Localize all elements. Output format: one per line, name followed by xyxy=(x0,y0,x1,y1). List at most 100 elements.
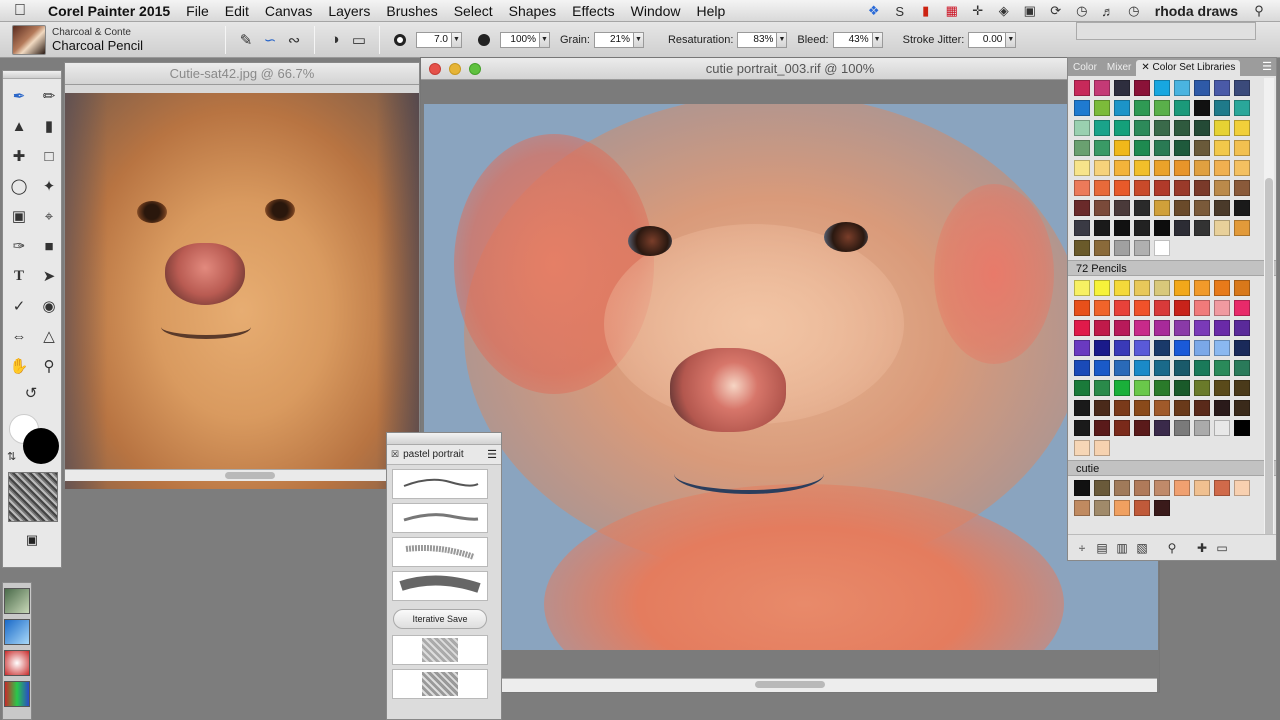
color-swatch[interactable] xyxy=(1114,220,1130,236)
color-swatch[interactable] xyxy=(1134,240,1150,256)
color-swatch[interactable] xyxy=(1234,140,1250,156)
menu-effects[interactable]: Effects xyxy=(564,0,623,22)
color-swatch[interactable] xyxy=(1134,140,1150,156)
color-swatch[interactable] xyxy=(1194,180,1210,196)
color-swatch[interactable] xyxy=(1214,140,1230,156)
swap-colors-icon[interactable]: ⇅ xyxy=(7,450,16,463)
color-swatch[interactable] xyxy=(1154,280,1170,296)
magnifier-icon[interactable]: ⚲ xyxy=(35,354,63,378)
color-swatch[interactable] xyxy=(1134,480,1150,496)
brush-preset-5[interactable] xyxy=(392,635,488,665)
color-swatch[interactable] xyxy=(1094,300,1110,316)
color-swatch[interactable] xyxy=(1214,100,1230,116)
color-swatch[interactable] xyxy=(1094,200,1110,216)
brush-preset-6[interactable] xyxy=(392,669,488,699)
color-swatch[interactable] xyxy=(1174,480,1190,496)
color-swatch[interactable] xyxy=(1094,360,1110,376)
color-swatch[interactable] xyxy=(1114,240,1130,256)
nozzle-selector-icon[interactable] xyxy=(4,650,30,676)
color-swatch[interactable] xyxy=(1074,380,1090,396)
color-swatch[interactable] xyxy=(1094,380,1110,396)
color-swatch[interactable] xyxy=(1234,380,1250,396)
color-swatch[interactable] xyxy=(1194,200,1210,216)
color-swatch[interactable] xyxy=(1214,220,1230,236)
color-swatch[interactable] xyxy=(1074,100,1090,116)
tab-color-set-libraries[interactable]: ✕ Color Set Libraries xyxy=(1136,60,1241,76)
opacity-input[interactable]: 100% xyxy=(500,31,540,48)
color-swatch[interactable] xyxy=(1154,500,1170,516)
color-swatch[interactable] xyxy=(1214,160,1230,176)
color-swatch[interactable] xyxy=(1154,200,1170,216)
grabber-hand-icon[interactable]: ✋ xyxy=(5,354,33,378)
color-swatch[interactable] xyxy=(1154,140,1170,156)
stroke-attributes-icon[interactable]: ◑ xyxy=(323,28,347,52)
color-swatch[interactable] xyxy=(1154,300,1170,316)
size-input[interactable]: 7.0 xyxy=(416,31,452,48)
freehand-stroke-icon[interactable]: ∽ xyxy=(258,28,282,52)
color-swatch[interactable] xyxy=(1174,300,1190,316)
brush-selector[interactable]: Charcoal & Conte Charcoal Pencil xyxy=(52,27,217,53)
menu-brushes[interactable]: Brushes xyxy=(378,0,445,22)
color-swatch[interactable] xyxy=(1134,280,1150,296)
color-swatch[interactable] xyxy=(1154,80,1170,96)
cloner-tool-icon[interactable]: ✓ xyxy=(5,294,33,318)
color-swatch[interactable] xyxy=(1154,160,1170,176)
menu-shapes[interactable]: Shapes xyxy=(501,0,564,22)
record-icon[interactable]: ▦ xyxy=(939,0,965,22)
color-swatch[interactable] xyxy=(1214,320,1230,336)
look-selector-icon[interactable] xyxy=(4,681,30,707)
main-horizontal-scrollbar[interactable] xyxy=(501,678,1157,692)
color-swatch[interactable] xyxy=(1194,120,1210,136)
resaturation-dropdown[interactable]: ▼ xyxy=(777,31,788,48)
gradient-selector-icon[interactable] xyxy=(4,619,30,645)
color-swatch[interactable] xyxy=(1094,240,1110,256)
color-swatch[interactable] xyxy=(1094,100,1110,116)
color-swatch[interactable] xyxy=(1094,340,1110,356)
color-swatch[interactable] xyxy=(1094,80,1110,96)
color-swatch[interactable] xyxy=(1074,80,1090,96)
brush-selector-icon[interactable] xyxy=(12,24,46,55)
color-swatch[interactable] xyxy=(1234,120,1250,136)
text-tool-icon[interactable]: T xyxy=(5,264,33,288)
color-swatch[interactable] xyxy=(1214,420,1230,436)
rubber-stamp-icon[interactable]: ◉ xyxy=(35,294,63,318)
color-swatch[interactable] xyxy=(1174,100,1190,116)
brush-panel-tab[interactable]: ☒ pastel portrait ☰ xyxy=(387,445,501,465)
sync-icon[interactable]: ⟳ xyxy=(1043,0,1069,22)
color-swatch[interactable] xyxy=(1094,140,1110,156)
zoom-button[interactable] xyxy=(469,63,481,75)
color-swatch[interactable] xyxy=(1194,380,1210,396)
color-swatch[interactable] xyxy=(1114,100,1130,116)
delete-color-icon[interactable]: ▭ xyxy=(1214,540,1230,556)
color-swatch[interactable] xyxy=(1214,480,1230,496)
menu-help[interactable]: Help xyxy=(688,0,733,22)
panel-menu-icon[interactable]: ☰ xyxy=(1262,60,1272,76)
color-swatch[interactable] xyxy=(1094,420,1110,436)
size-dropdown[interactable]: ▼ xyxy=(452,31,462,48)
color-swatch[interactable] xyxy=(1194,300,1210,316)
color-swatch[interactable] xyxy=(1134,360,1150,376)
scrollbar-thumb[interactable] xyxy=(1265,178,1273,548)
color-swatch[interactable] xyxy=(1094,120,1110,136)
minimize-button[interactable] xyxy=(449,63,461,75)
toolbox-grip[interactable] xyxy=(3,71,61,79)
color-swatch[interactable] xyxy=(1194,420,1210,436)
grain-input[interactable]: 21% xyxy=(593,31,634,48)
color-swatch[interactable] xyxy=(1134,120,1150,136)
color-swatch[interactable] xyxy=(1074,300,1090,316)
volume-icon[interactable]: ♬ xyxy=(1095,0,1121,22)
brush-preset-4[interactable] xyxy=(392,571,488,601)
color-swatch[interactable] xyxy=(1074,360,1090,376)
move-icon[interactable]: ✛ xyxy=(965,0,991,22)
color-swatch[interactable] xyxy=(1074,420,1090,436)
menu-layers[interactable]: Layers xyxy=(320,0,378,22)
color-swatch[interactable] xyxy=(1174,220,1190,236)
color-swatch[interactable] xyxy=(1174,80,1190,96)
menu-app-name[interactable]: Corel Painter 2015 xyxy=(40,0,178,22)
search-icon[interactable]: ⚲ xyxy=(1246,0,1272,22)
color-swatch[interactable] xyxy=(1134,300,1150,316)
apple-icon[interactable]:  xyxy=(0,0,40,22)
color-swatch[interactable] xyxy=(1154,420,1170,436)
search-color-icon[interactable]: ⚲ xyxy=(1164,540,1180,556)
color-swatch[interactable] xyxy=(1074,440,1090,456)
